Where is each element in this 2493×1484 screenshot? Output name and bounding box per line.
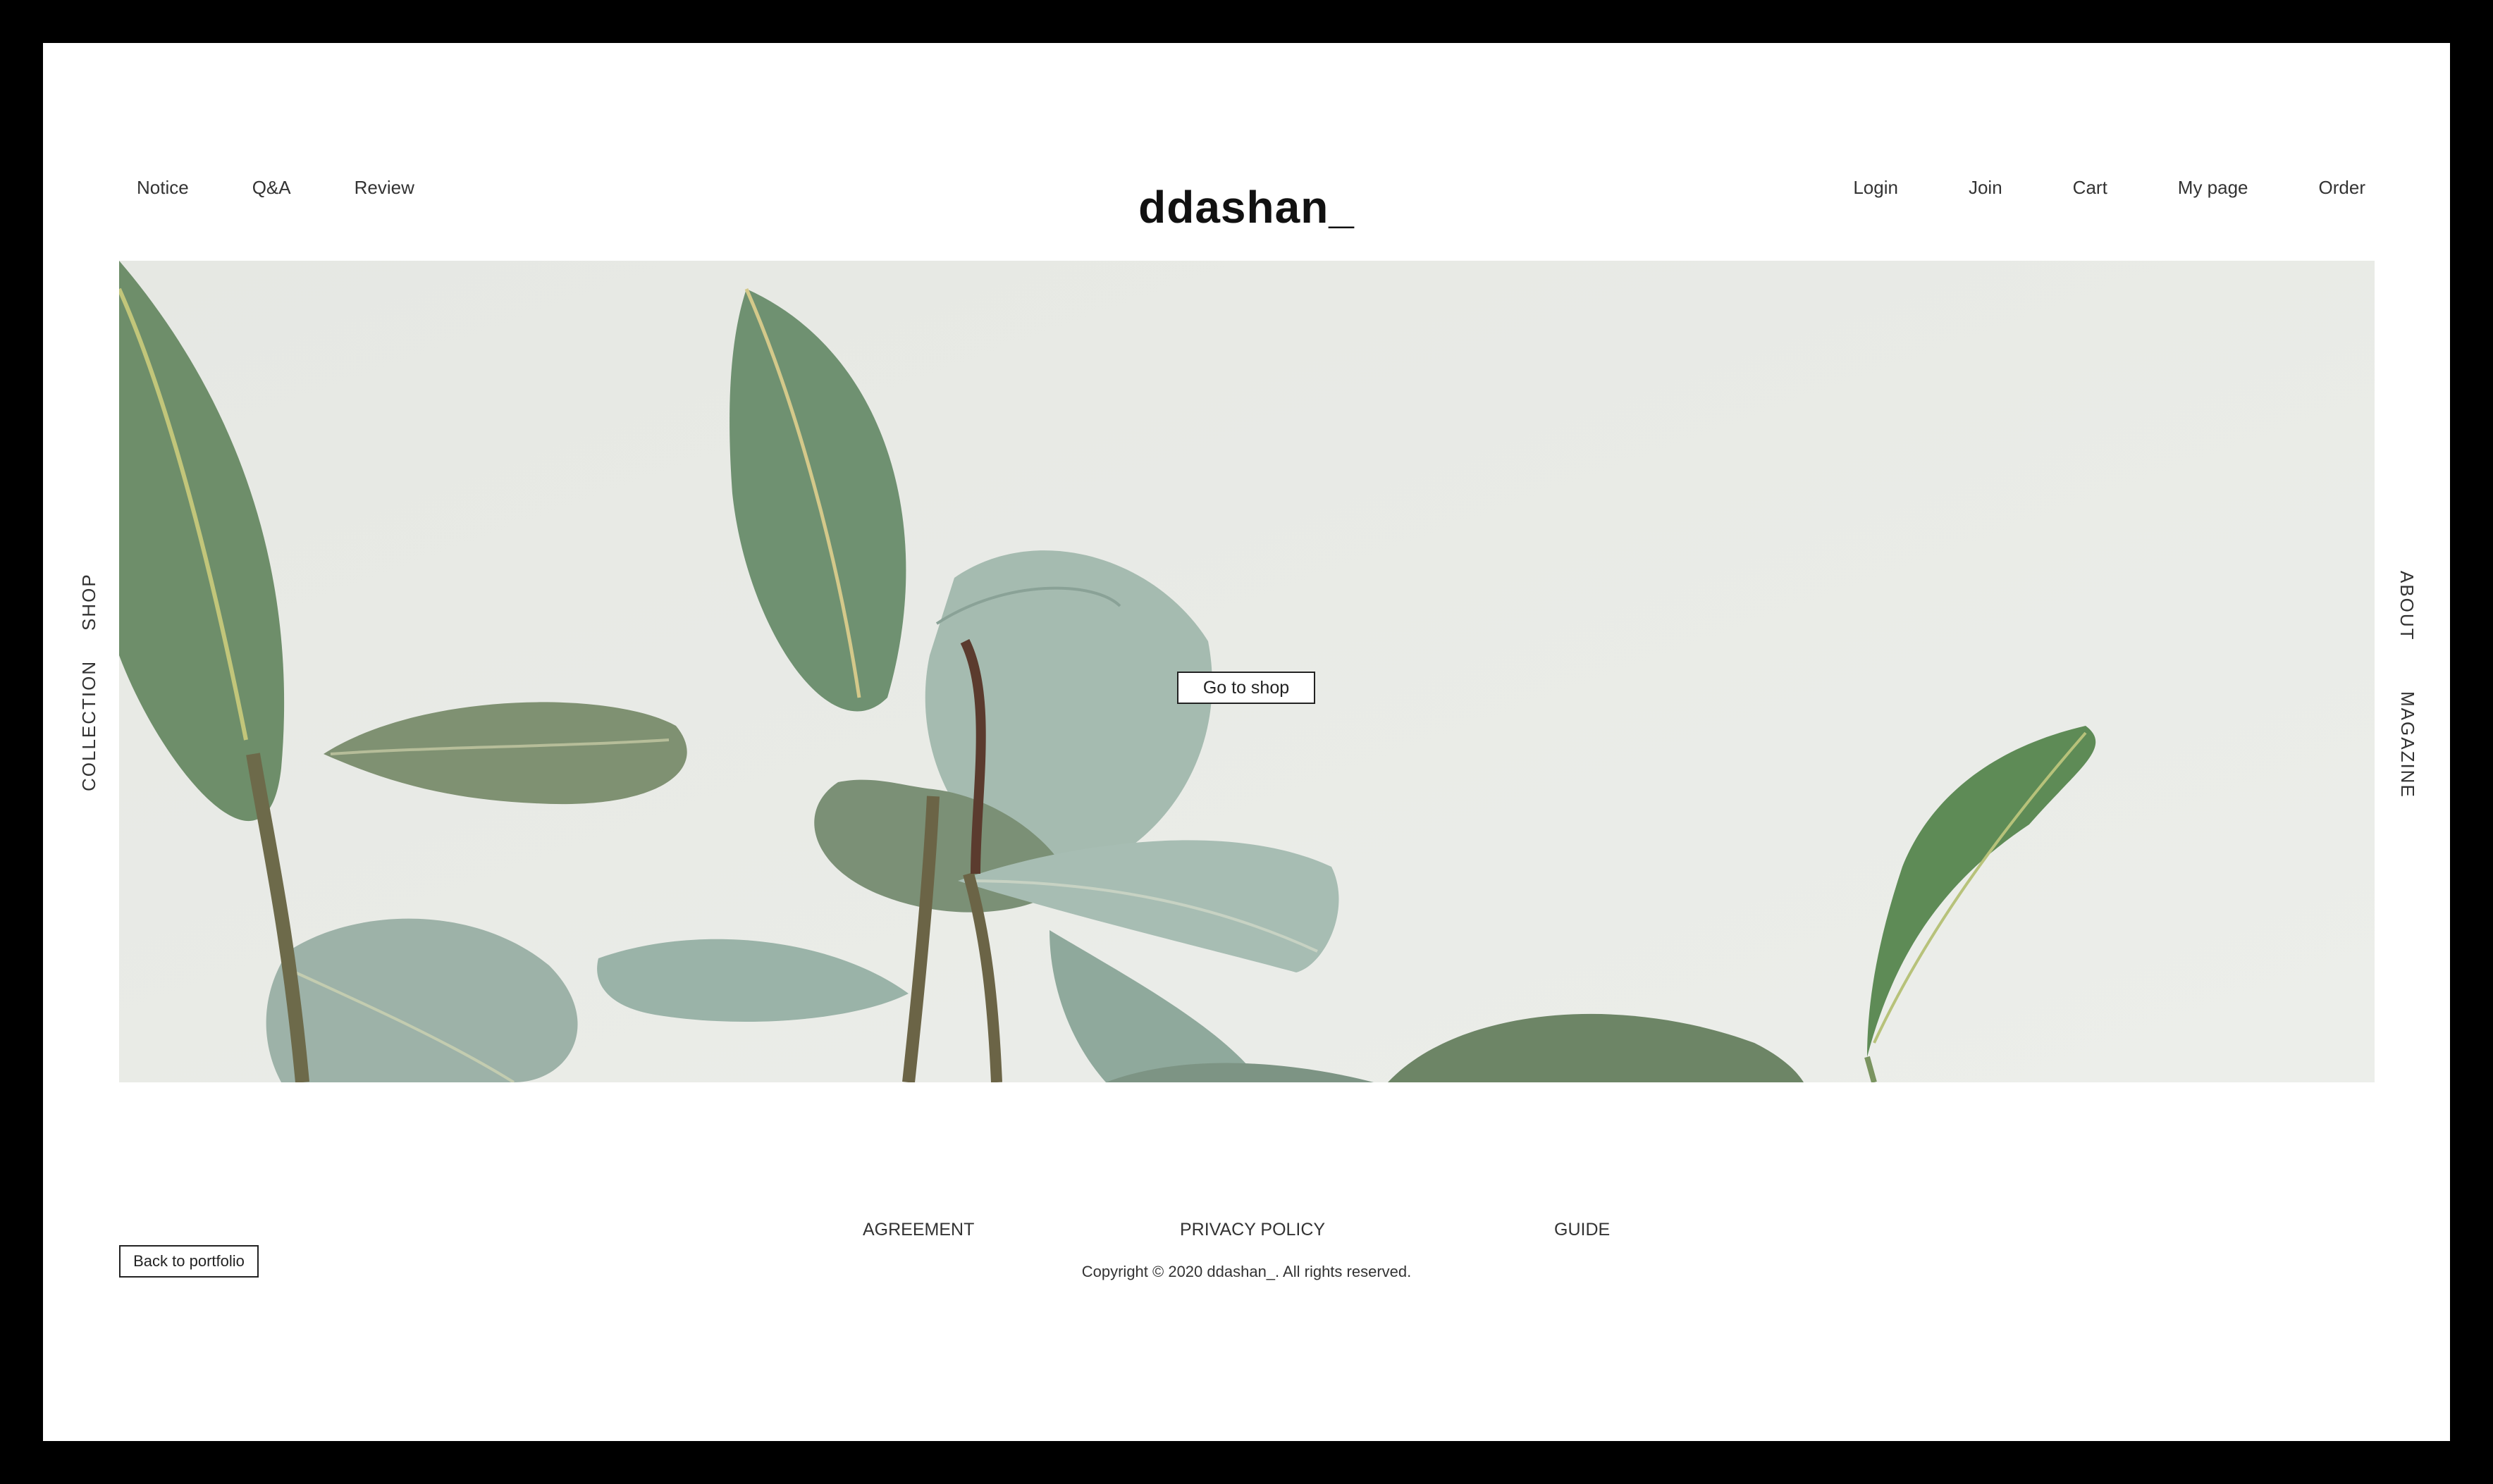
side-nav-shop[interactable]: SHOP: [78, 562, 99, 631]
side-nav-about[interactable]: ABOUT: [2396, 571, 2418, 644]
back-to-portfolio-button[interactable]: Back to portfolio: [119, 1245, 259, 1278]
nav-my-page[interactable]: My page: [2178, 177, 2248, 199]
nav-login[interactable]: Login: [1853, 177, 1898, 199]
nav-join[interactable]: Join: [1969, 177, 2002, 199]
page-frame: Notice Q&A Review ddashan_ Login Join Ca…: [43, 43, 2450, 1441]
right-nav: Login Join Cart My page Order: [1853, 177, 2365, 199]
side-nav-magazine[interactable]: MAGAZINE: [2397, 691, 2418, 798]
footer-guide-link[interactable]: GUIDE: [1554, 1220, 1610, 1240]
go-to-shop-button[interactable]: Go to shop: [1177, 672, 1315, 704]
footer-agreement-link[interactable]: AGREEMENT: [863, 1220, 974, 1240]
copyright-text: Copyright © 2020 ddashan_. All rights re…: [1081, 1263, 1412, 1280]
footer-privacy-policy-link[interactable]: PRIVACY POLICY: [1180, 1220, 1325, 1240]
nav-cart[interactable]: Cart: [2073, 177, 2107, 199]
nav-order[interactable]: Order: [2319, 177, 2365, 199]
side-nav-collection[interactable]: COLLECTION: [78, 659, 99, 791]
